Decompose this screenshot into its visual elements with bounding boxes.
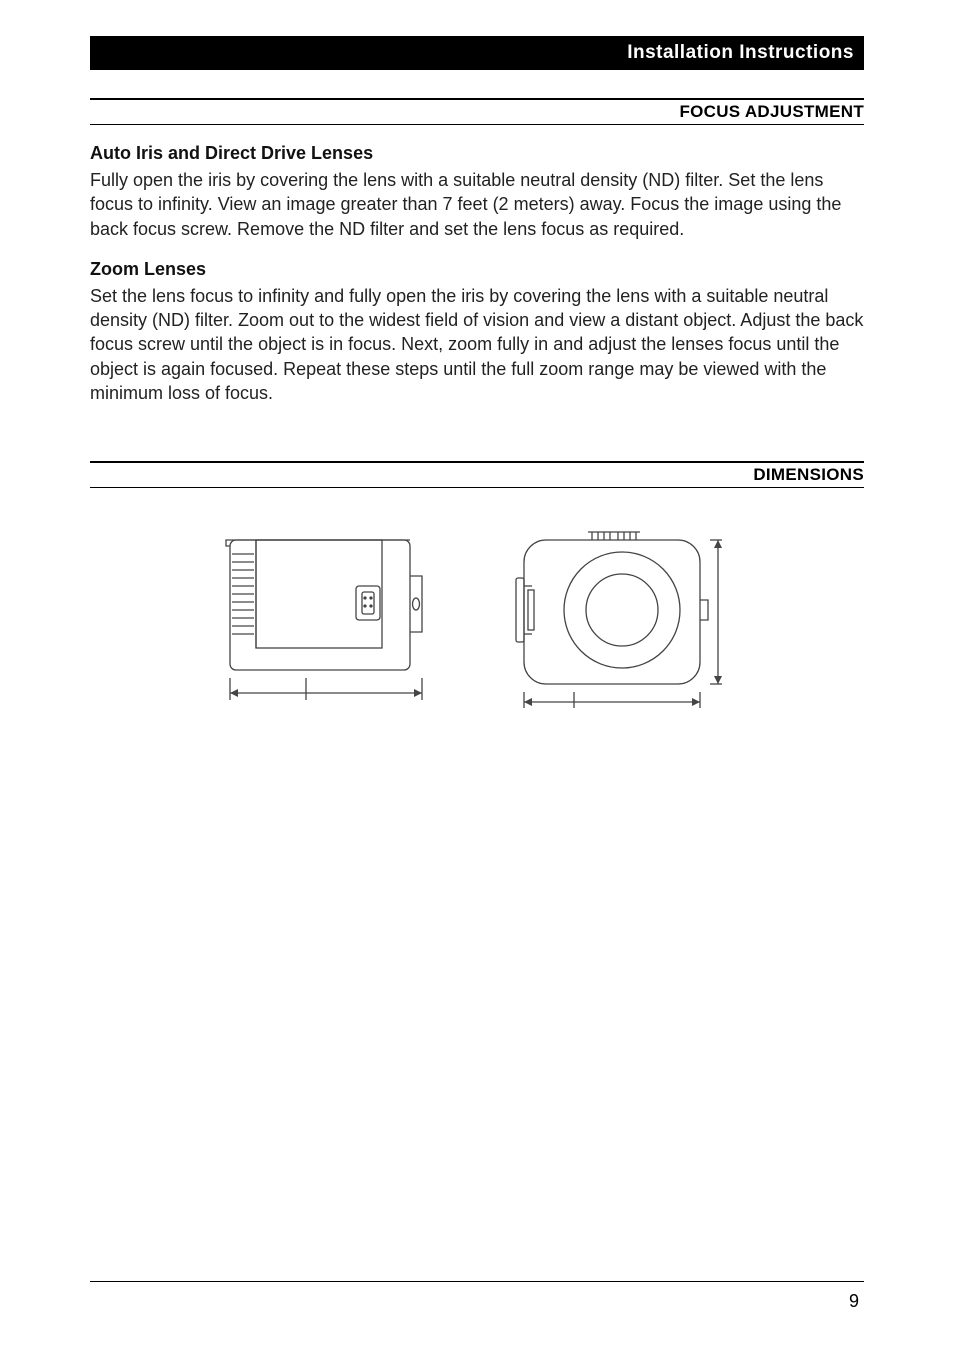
dimensions-diagrams xyxy=(90,528,864,728)
body-text: Fully open the iris by covering the lens… xyxy=(90,168,864,241)
section-title-focus: FOCUS ADJUSTMENT xyxy=(90,100,864,122)
header-title: Installation Instructions xyxy=(627,42,854,63)
subheading-zoom-lenses: Zoom Lenses xyxy=(90,259,864,280)
body-text: Set the lens focus to infinity and fully… xyxy=(90,284,864,405)
divider xyxy=(90,124,864,125)
camera-side-view-diagram xyxy=(212,528,442,728)
camera-front-view-diagram xyxy=(512,528,742,728)
divider xyxy=(90,487,864,488)
section-title-dimensions: DIMENSIONS xyxy=(90,463,864,485)
subheading-auto-iris: Auto Iris and Direct Drive Lenses xyxy=(90,143,864,164)
page-number: 9 xyxy=(849,1291,859,1312)
footer-divider xyxy=(90,1281,864,1282)
header-bar: Installation Instructions xyxy=(90,36,864,70)
